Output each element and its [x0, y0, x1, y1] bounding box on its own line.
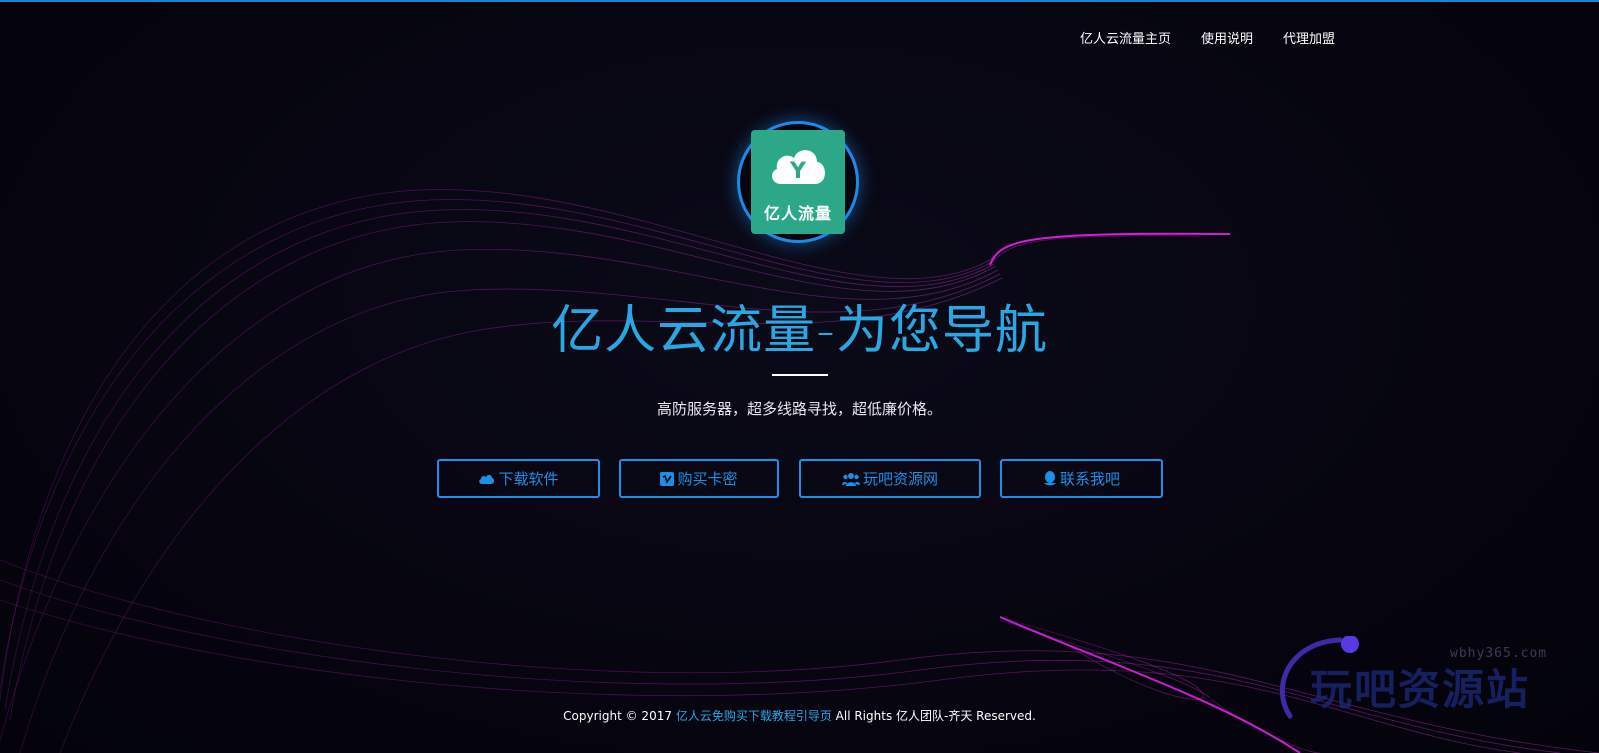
- watermark-brand: 玩吧资源站: [1310, 665, 1530, 714]
- title-divider: [772, 374, 828, 376]
- watermark-dot: [1341, 636, 1359, 653]
- footer-suffix: All Rights 亿人团队-齐天 Reserved.: [835, 709, 1036, 723]
- users-icon: [841, 472, 860, 486]
- nav-item-agent[interactable]: 代理加盟: [1283, 28, 1335, 47]
- top-nav: 亿人云流量主页 使用说明 代理加盟: [1080, 28, 1335, 47]
- qq-icon: [1043, 471, 1056, 486]
- vimeo-icon: [660, 471, 675, 486]
- logo-text: 亿人流量: [763, 204, 832, 223]
- contact-me-label: 联系我吧: [1059, 470, 1120, 488]
- page: 亿人云流量主页 使用说明 代理加盟 Y 亿人流量 亿人云流量-为您导航 高防服务…: [0, 0, 1599, 753]
- buy-card-label: 购买卡密: [677, 470, 738, 488]
- cloud-icon: [479, 474, 495, 484]
- buy-card-button[interactable]: 购买卡密: [619, 459, 779, 498]
- watermark-logo: 玩吧资源站: [1279, 636, 1530, 719]
- footer-prefix: Copyright © 2017: [563, 709, 672, 723]
- nav-item-home[interactable]: 亿人云流量主页: [1080, 28, 1171, 47]
- nav-item-instructions[interactable]: 使用说明: [1201, 28, 1253, 47]
- footer-link[interactable]: 亿人云免购买下载教程引导页: [676, 709, 832, 723]
- tagline: 高防服务器，超多线路寻找，超低廉价格。: [656, 400, 942, 418]
- wanba-resources-label: 玩吧资源网: [862, 470, 938, 488]
- logo-tile: Y 亿人流量: [751, 130, 845, 234]
- logo-letter: Y: [789, 159, 807, 184]
- download-software-label: 下载软件: [498, 470, 559, 488]
- wanba-resources-button[interactable]: 玩吧资源网: [799, 459, 981, 498]
- logo-avatar: Y 亿人流量: [737, 121, 859, 243]
- contact-me-button[interactable]: 联系我吧: [1000, 459, 1163, 498]
- cloud-logo-icon: Y: [772, 150, 825, 184]
- download-software-button[interactable]: 下载软件: [437, 459, 600, 498]
- page-title: 亿人云流量-为您导航: [551, 301, 1048, 361]
